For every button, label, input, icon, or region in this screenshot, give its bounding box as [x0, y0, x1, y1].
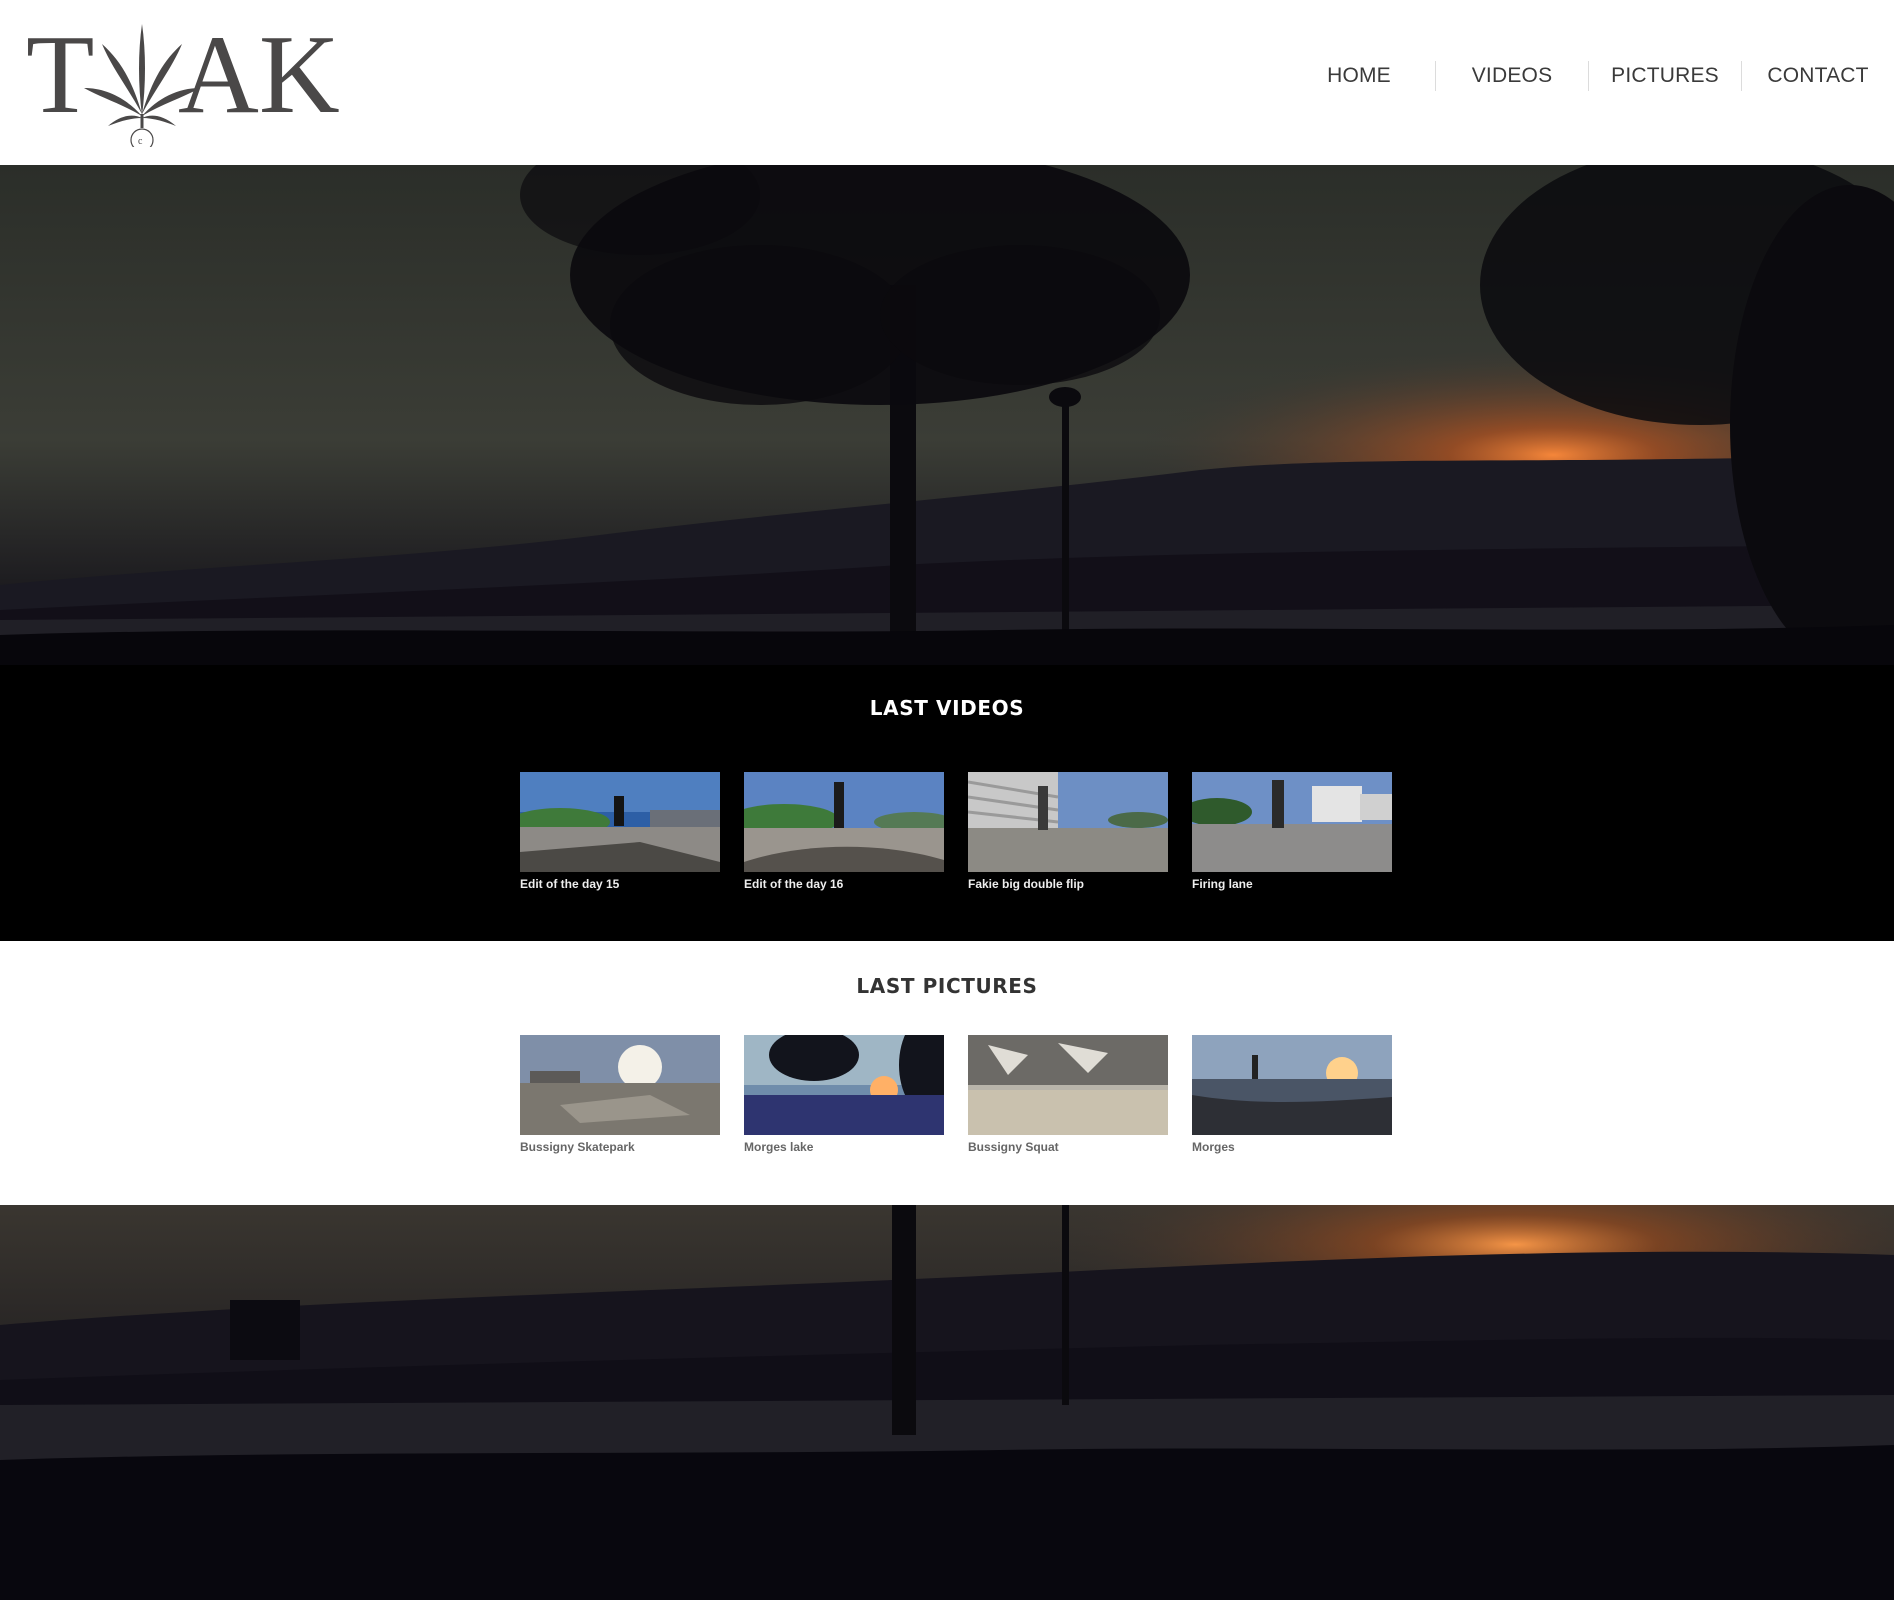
picture-card[interactable]: Morges: [1192, 1035, 1392, 1154]
video-thumbnail[interactable]: [520, 772, 720, 872]
video-card[interactable]: Edit of the day 15: [520, 772, 720, 891]
logo-graphic: T c AK: [26, 13, 340, 152]
pictures-grid: Bussigny Skatepark Morges lake Bussigny …: [520, 1035, 1392, 1154]
picture-caption[interactable]: Morges lake: [744, 1140, 944, 1154]
picture-thumbnail[interactable]: [1192, 1035, 1392, 1135]
nav-home[interactable]: HOME: [1283, 58, 1435, 94]
picture-caption[interactable]: Bussigny Skatepark: [520, 1140, 720, 1154]
site-logo[interactable]: T c AK TAK: [26, 12, 347, 152]
nav-pictures[interactable]: PICTURES: [1589, 58, 1741, 94]
picture-caption[interactable]: Bussigny Squat: [968, 1140, 1168, 1154]
video-thumbnail[interactable]: [1192, 772, 1392, 872]
picture-card[interactable]: Bussigny Squat: [968, 1035, 1168, 1154]
last-pictures-title: LAST PICTURES: [856, 974, 1038, 998]
video-caption[interactable]: Firing lane: [1192, 877, 1392, 891]
video-card[interactable]: Fakie big double flip: [968, 772, 1168, 891]
footer-banner-image: [0, 1205, 1894, 1600]
picture-thumbnail[interactable]: [520, 1035, 720, 1135]
last-videos-title: LAST VIDEOS: [869, 696, 1025, 720]
last-pictures-section: LAST PICTURES Bussigny Skatepark Morges …: [0, 941, 1894, 1205]
video-caption[interactable]: Fakie big double flip: [968, 877, 1168, 891]
video-card[interactable]: Edit of the day 16: [744, 772, 944, 891]
video-thumbnail[interactable]: [968, 772, 1168, 872]
lakeside-silhouette-image: [0, 1205, 1894, 1600]
nav-contact[interactable]: CONTACT: [1742, 58, 1894, 94]
video-caption[interactable]: Edit of the day 15: [520, 877, 720, 891]
sunset-silhouette-image: [0, 165, 1894, 665]
main-nav: HOME VIDEOS PICTURES CONTACT: [1283, 58, 1894, 94]
svg-text:c: c: [138, 136, 143, 147]
svg-text:AK: AK: [178, 13, 340, 137]
hero-banner-image: [0, 165, 1894, 665]
nav-videos[interactable]: VIDEOS: [1436, 58, 1588, 94]
video-card[interactable]: Firing lane: [1192, 772, 1392, 891]
picture-thumbnail[interactable]: [744, 1035, 944, 1135]
picture-card[interactable]: Bussigny Skatepark: [520, 1035, 720, 1154]
svg-text:T: T: [26, 13, 94, 137]
picture-caption[interactable]: Morges: [1192, 1140, 1392, 1154]
logo-text: TAK: [346, 12, 347, 13]
videos-grid: Edit of the day 15 Edit of the day 16 Fa…: [520, 772, 1392, 891]
video-caption[interactable]: Edit of the day 16: [744, 877, 944, 891]
picture-thumbnail[interactable]: [968, 1035, 1168, 1135]
site-header: T c AK TAK HOME VIDEOS PICTURES: [0, 0, 1894, 165]
picture-card[interactable]: Morges lake: [744, 1035, 944, 1154]
last-videos-section: LAST VIDEOS Edit of the day 15 Edit of t…: [0, 665, 1894, 941]
video-thumbnail[interactable]: [744, 772, 944, 872]
